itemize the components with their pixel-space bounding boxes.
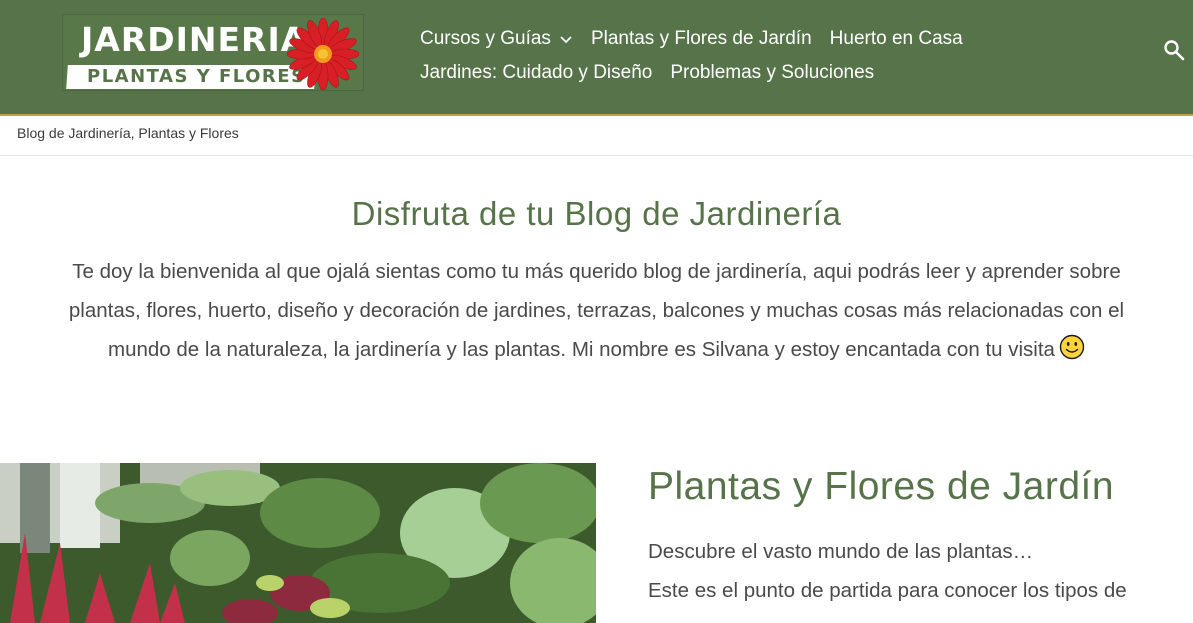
nav-item-label: Cursos y Guías [420, 28, 551, 49]
breadcrumb-link[interactable]: Blog de Jardinería, Plantas y Flores [17, 125, 239, 141]
chevron-down-icon [560, 36, 572, 44]
page-title: Disfruta de tu Blog de Jardinería [351, 195, 842, 232]
logo-subtitle: PLANTAS Y FLORES [87, 66, 306, 87]
site-logo[interactable]: JARDINERIA PLANTAS Y FLORES [62, 14, 364, 91]
garden-photo [0, 463, 596, 623]
intro-section: Disfruta de tu Blog de Jardinería Te doy… [0, 192, 1193, 369]
section-text: Descubre el vasto mundo de las plantas… … [648, 532, 1193, 610]
flower-icon [287, 18, 359, 90]
site-header: JARDINERIA PLANTAS Y FLORES Cursos y Guí… [0, 0, 1193, 116]
main-nav: Cursos y Guías Plantas y Flores de Jardí… [420, 22, 980, 90]
section-line-1: Descubre el vasto mundo de las plantas… [648, 540, 1034, 563]
section-title: Plantas y Flores de Jardín [648, 465, 1115, 508]
search-icon[interactable] [1163, 39, 1185, 61]
nav-item-plantas[interactable]: Plantas y Flores de Jardín [591, 28, 812, 50]
breadcrumb: Blog de Jardinería, Plantas y Flores [0, 116, 1193, 156]
intro-paragraph: Te doy la bienvenida al que ojalá sienta… [68, 260, 1125, 361]
nav-item-problemas[interactable]: Problemas y Soluciones [670, 62, 874, 84]
section-line-2: Este es el punto de partida para conocer… [648, 579, 1127, 602]
intro-text: Te doy la bienvenida al que ojalá sienta… [52, 252, 1142, 369]
smiley-icon [1059, 334, 1085, 360]
nav-item-jardines[interactable]: Jardines: Cuidado y Diseño [420, 62, 652, 84]
nav-item-huerto[interactable]: Huerto en Casa [830, 28, 963, 50]
logo-title: JARDINERIA [81, 20, 308, 59]
plants-section: Plantas y Flores de Jardín Descubre el v… [648, 462, 1193, 610]
garden-plants-image [0, 463, 596, 623]
nav-item-cursos[interactable]: Cursos y Guías [420, 28, 573, 50]
